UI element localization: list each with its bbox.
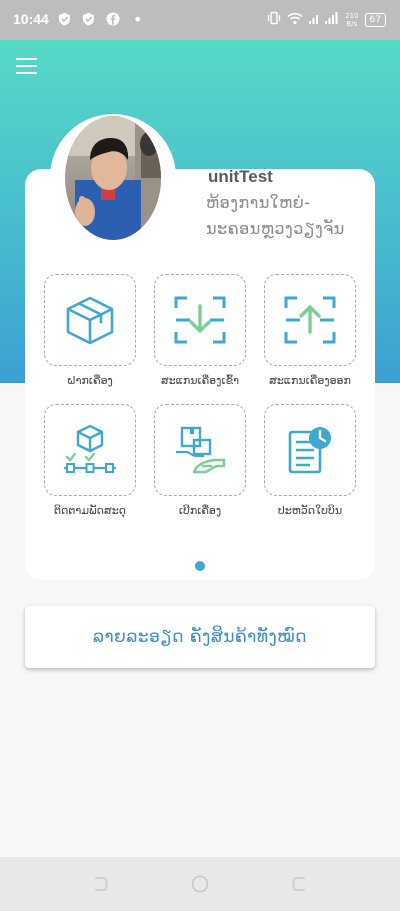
home-icon[interactable] (191, 875, 209, 893)
system-navigation-bar (0, 857, 400, 911)
status-time: 10:44 (13, 11, 49, 27)
menu-label-scan-in: ສະແກນເຄື່ອງເຂົ້າ (160, 374, 240, 387)
recent-apps-icon[interactable] (91, 875, 109, 893)
vibrate-icon (267, 11, 281, 28)
shield-icon (58, 12, 71, 29)
menu-tile-withdraw[interactable] (154, 404, 246, 496)
hamburger-menu-icon[interactable] (16, 58, 38, 76)
menu-label-bill-history: ປະຫວັດໃບບິນ (277, 504, 343, 517)
bill-history-icon (288, 427, 331, 474)
dot-icon: • (133, 10, 143, 29)
signal-icon (309, 12, 339, 27)
menu-label-track: ຕິດຕາມພັດສະດຸ (53, 504, 127, 517)
menu-tile-bill-history[interactable] (264, 404, 356, 496)
status-bar: 10:44 • 210 B/s 67 (0, 0, 400, 40)
shield-icon (82, 12, 95, 29)
box-icon (66, 296, 114, 345)
track-parcel-icon (64, 424, 116, 473)
menu-label-deposit: ຝາກເຄື່ອງ (67, 374, 113, 387)
back-icon[interactable] (291, 875, 309, 893)
wifi-icon (287, 12, 303, 28)
battery-icon: 67 (364, 12, 386, 27)
scan-out-icon (284, 296, 336, 344)
menu-tile-deposit[interactable] (44, 274, 136, 366)
menu-label-scan-out: ສະແກນເຄື່ອງອອກ (269, 374, 351, 387)
warehouse-details-button[interactable]: ລາຍລະອຽດ ຄັງສິນຄ້າທັງໝົດ (25, 606, 375, 668)
menu-label-withdraw: ເບີກເຄື່ອງ (178, 504, 222, 517)
avatar[interactable] (65, 116, 161, 240)
menu-tile-scan-out[interactable] (264, 274, 356, 366)
withdraw-parcel-icon (176, 426, 226, 474)
network-speed-value: 210 (345, 11, 359, 20)
page-indicator-dot[interactable] (195, 561, 205, 571)
facebook-icon (106, 12, 120, 29)
network-speed-unit: B/s (346, 19, 358, 28)
user-branch: ຫ້ອງການໃຫຍ່-ນະຄອນຫຼວງວຽງຈັນ (206, 193, 345, 238)
scan-in-icon (174, 296, 226, 344)
network-speed: 210 B/s (345, 12, 358, 28)
menu-tile-scan-in[interactable] (154, 274, 246, 366)
menu-tile-track[interactable] (44, 404, 136, 496)
status-right: 210 B/s 67 (267, 11, 386, 28)
user-name: unitTest (208, 167, 273, 186)
